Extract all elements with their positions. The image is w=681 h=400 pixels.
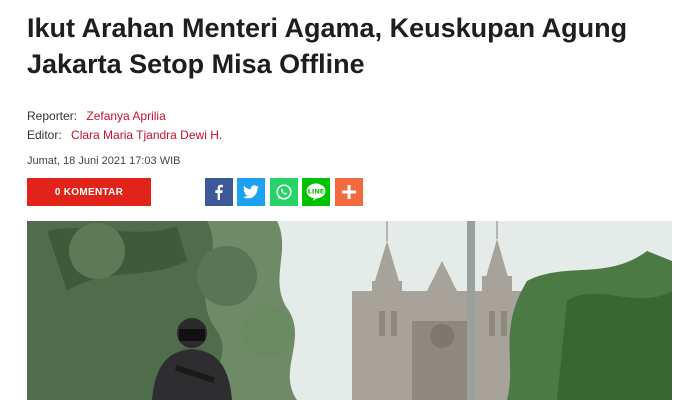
plus-icon <box>342 185 356 199</box>
article-title: Ikut Arahan Menteri Agama, Keuskupan Agu… <box>27 10 657 82</box>
cathedral-photo-illustration <box>27 221 672 400</box>
editor-row: Editor: Clara Maria Tjandra Dewi H. <box>27 127 222 143</box>
article-title-line-2: Jakarta Setop Misa Offline <box>27 49 365 79</box>
whatsapp-share-button[interactable] <box>270 178 298 206</box>
twitter-share-button[interactable] <box>237 178 265 206</box>
editor-label: Editor: <box>27 128 62 142</box>
reporter-link[interactable]: Zefanya Aprilia <box>86 109 165 123</box>
editor-link[interactable]: Clara Maria Tjandra Dewi H. <box>71 128 222 142</box>
facebook-share-button[interactable] <box>205 178 233 206</box>
article-title-line-1: Ikut Arahan Menteri Agama, Keuskupan Agu… <box>27 13 628 43</box>
facebook-icon <box>215 184 223 200</box>
twitter-icon <box>243 185 259 199</box>
comment-button[interactable]: 0 KOMENTAR <box>27 178 151 206</box>
line-icon: LINE <box>306 183 326 201</box>
more-share-button[interactable] <box>335 178 363 206</box>
publish-date: Jumat, 18 Juni 2021 17:03 WIB <box>27 155 181 167</box>
svg-text:LINE: LINE <box>308 188 324 196</box>
line-share-button[interactable]: LINE <box>302 178 330 206</box>
reporter-label: Reporter: <box>27 109 78 123</box>
whatsapp-icon <box>276 184 292 200</box>
reporter-row: Reporter: Zefanya Aprilia <box>27 108 166 124</box>
article-photo <box>27 221 672 400</box>
